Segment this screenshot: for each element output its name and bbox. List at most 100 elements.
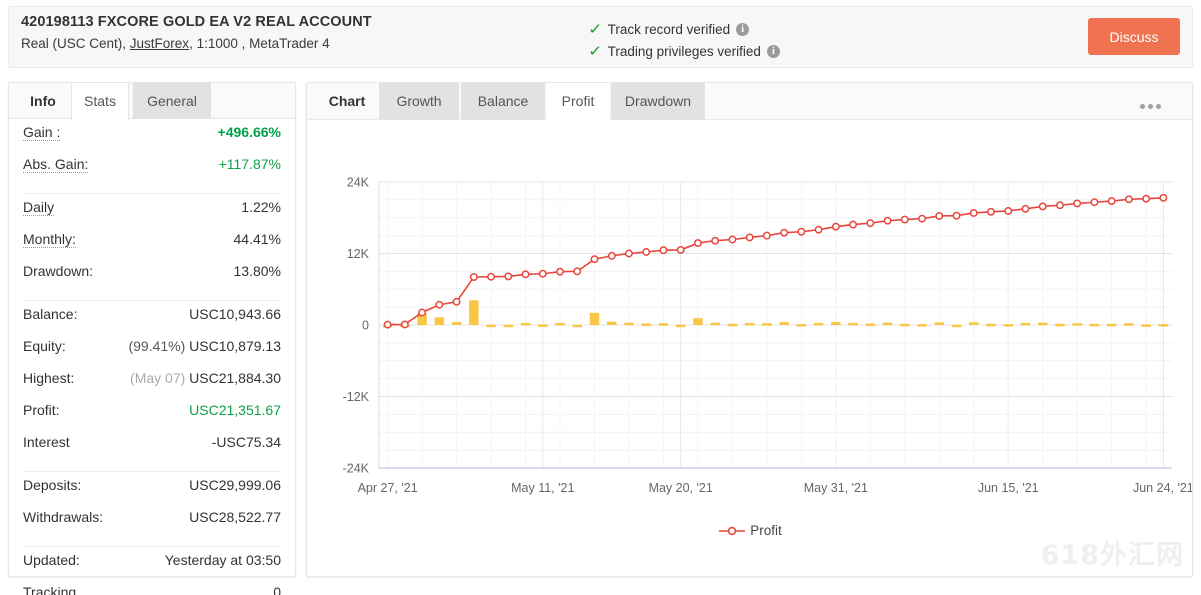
chart-point: [521, 270, 530, 279]
tab-drawdown[interactable]: Drawdown: [611, 83, 705, 120]
stat-label: Abs. Gain:: [23, 156, 89, 174]
stat-value: (May 07) USC21,884.30: [130, 370, 281, 386]
stat-row: Highest: (May 07) USC21,884.30: [23, 370, 281, 402]
stat-label: Tracking: [23, 584, 77, 595]
x-tick-label: May 11, '21: [511, 481, 574, 495]
chart-point: [556, 267, 564, 276]
chart-point: [693, 239, 702, 248]
chart-point: [797, 227, 806, 236]
chart-point: [952, 211, 961, 220]
chart-bar: [555, 322, 565, 326]
stat-value-number: 13.80%: [233, 263, 281, 279]
chart-point: [607, 251, 616, 260]
stats-divider: [23, 546, 281, 547]
tab-general[interactable]: General: [133, 83, 211, 119]
chart-point: [659, 246, 668, 255]
chart-bar: [727, 323, 738, 327]
chart-bar: [831, 322, 841, 325]
stat-value-prefix: (May 07): [130, 370, 186, 386]
stat-row: Tracking 0: [23, 584, 281, 595]
y-tick-label: 0: [362, 319, 369, 333]
stat-row: Interest -USC75.34: [23, 434, 281, 466]
stats-divider: [23, 471, 281, 472]
account-page: 420198113 FXCORE GOLD EA V2 REAL ACCOUNT…: [0, 0, 1201, 595]
stats-group: Updated: Yesterday at 03:50 Tracking 0: [9, 552, 295, 595]
stat-label: Daily: [23, 199, 55, 217]
discuss-button[interactable]: Discuss: [1088, 18, 1180, 55]
chart-bar: [951, 324, 962, 328]
verification-row: ✓ Trading privileges verified i: [588, 40, 780, 62]
y-tick-label: 12K: [347, 247, 370, 261]
info-icon[interactable]: i: [766, 44, 780, 58]
stat-value-number: +496.66%: [217, 124, 281, 140]
account-type-text: Real (USC Cent),: [21, 36, 130, 51]
stat-value: Yesterday at 03:50: [165, 552, 281, 568]
chart-point: [728, 235, 737, 244]
stat-value: (99.41%) USC10,879.13: [128, 338, 281, 354]
chart-point: [918, 214, 926, 223]
stat-row: Balance: USC10,943.66: [23, 306, 281, 338]
chart-point: [831, 222, 840, 231]
chart-point: [400, 320, 409, 329]
stat-label: Drawdown:: [23, 263, 94, 279]
tab-growth[interactable]: Growth: [379, 83, 459, 120]
chart-point: [1038, 202, 1047, 211]
x-tick-label: May 20, '21: [649, 481, 713, 495]
chart-point: [418, 308, 427, 317]
chart-point: [1073, 199, 1082, 208]
chart-bar: [1020, 322, 1031, 326]
account-title: 420198113 FXCORE GOLD EA V2 REAL ACCOUNT: [21, 14, 372, 30]
more-horizontal-icon[interactable]: [1140, 96, 1170, 109]
tab-balance[interactable]: Balance: [461, 83, 545, 120]
chart-point: [676, 245, 685, 254]
stat-value: USC28,522.77: [189, 509, 281, 525]
stat-value-number: USC21,884.30: [189, 370, 281, 386]
stats-divider: [23, 300, 281, 301]
chart-bar: [589, 312, 600, 325]
stat-value-number: USC28,522.77: [189, 509, 281, 525]
x-tick-label: Apr 27, '21: [358, 481, 418, 495]
chart-bar: [934, 322, 945, 325]
chart-point: [487, 272, 496, 281]
x-tick-label: May 31, '21: [804, 481, 868, 495]
chart-point: [1055, 201, 1064, 210]
x-tick-label: Jun 24, '21: [1133, 481, 1193, 495]
chart-bar: [624, 322, 634, 326]
chart-point: [590, 255, 599, 264]
stat-row: Daily 1.22%: [23, 199, 281, 231]
stat-value: +496.66%: [218, 124, 281, 140]
chart-point: [538, 269, 547, 278]
chart-bar: [1072, 323, 1082, 326]
stat-value-number: USC10,879.13: [189, 338, 281, 354]
stats-panel: Info Stats General Gain : +496.66% Abs. Ga…: [8, 82, 296, 595]
chart-point: [1142, 194, 1151, 203]
chart-bar: [744, 322, 755, 326]
tab-stats[interactable]: Stats: [71, 83, 129, 120]
chart-bar: [762, 323, 772, 326]
chart-point: [435, 300, 444, 309]
panel-label-chart[interactable]: Chart: [319, 83, 375, 120]
stat-row: Updated: Yesterday at 03:50: [23, 552, 281, 584]
stat-value-number: USC29,999.06: [189, 477, 281, 493]
stat-value: 13.80%: [234, 263, 281, 279]
panel-label-info[interactable]: Info: [17, 83, 69, 119]
stat-label: Gain :: [23, 124, 61, 142]
stats-group: Daily 1.22% Monthly: 44.41% Drawdown: 13.80%: [9, 199, 295, 295]
broker-link[interactable]: JustForex: [130, 36, 189, 51]
stat-value: +117.87%: [219, 156, 281, 172]
tab-profit[interactable]: Profit: [547, 83, 609, 121]
chart-bar: [1089, 323, 1100, 327]
stat-value-number: Yesterday at 03:50: [164, 552, 281, 568]
stats-divider: [23, 193, 281, 194]
chart-point: [745, 233, 754, 242]
verification-badges: ✓ Track record verified i ✓ Trading priv…: [588, 18, 780, 62]
info-icon[interactable]: i: [736, 22, 750, 36]
stat-row: Profit: USC21,351.67: [23, 402, 281, 434]
chart-bar: [503, 324, 514, 328]
stat-value-number: 44.41%: [233, 231, 281, 247]
check-icon: ✓: [588, 20, 603, 38]
account-header: 420198113 FXCORE GOLD EA V2 REAL ACCOUNT…: [8, 6, 1193, 68]
chart-point: [469, 273, 478, 281]
chart-bar: [1037, 322, 1048, 326]
trading-privileges-verified-label: Trading privileges verified: [607, 43, 761, 59]
